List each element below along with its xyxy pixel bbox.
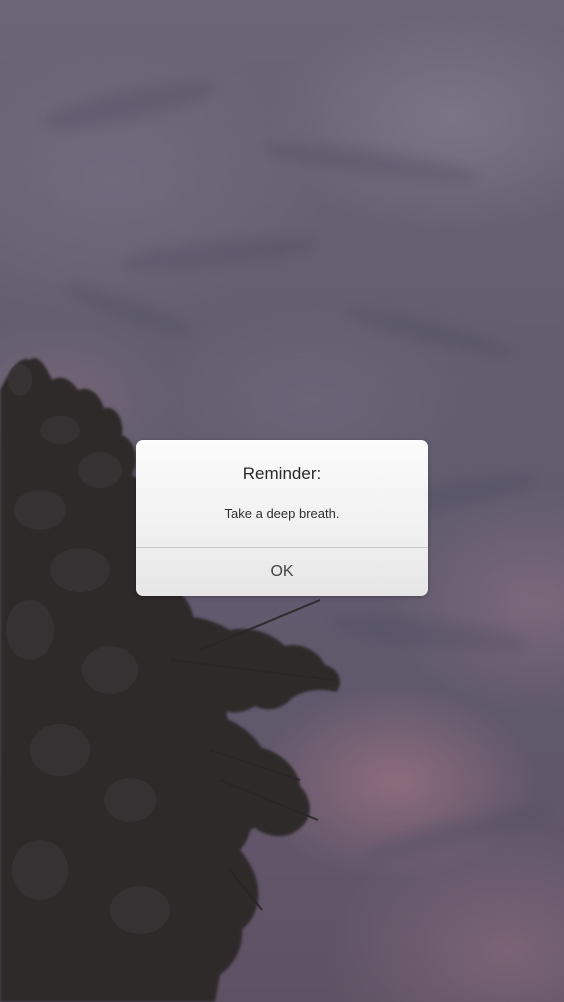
alert-title: Reminder: — [242, 464, 322, 483]
alert-dialog: Reminder: Take a deep breath. OK — [136, 440, 428, 596]
ok-button[interactable]: OK — [136, 548, 428, 596]
alert-message: Take a deep breath. — [224, 506, 340, 521]
